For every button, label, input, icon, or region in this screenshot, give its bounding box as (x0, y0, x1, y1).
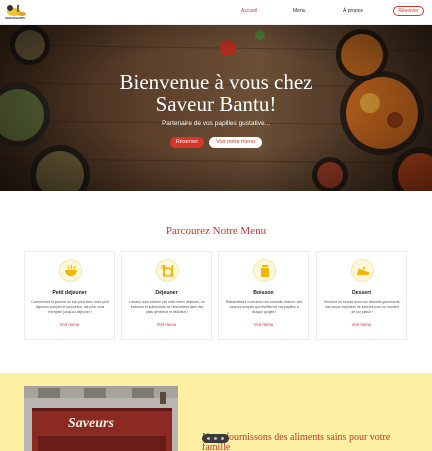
menu-card-link[interactable]: Voir menu (25, 322, 114, 327)
carousel-dot[interactable] (221, 437, 224, 440)
bowl-icon (65, 264, 77, 276)
menu-card-drinks: Boisson Rafraîchissez vous avec nos cock… (218, 251, 309, 340)
hero-menu-button[interactable]: Voir notre menu (209, 137, 262, 148)
nav-reserve-button[interactable]: Réserver (393, 6, 424, 16)
nav-accueil[interactable]: Accueil (241, 8, 257, 14)
menu-card-title: Petit déjeuner (52, 290, 87, 296)
about-heading: Nous fournissons des aliments sains pour… (202, 432, 391, 451)
page: SAVEUR BANTU Accueil Menu À propos Réser… (0, 0, 432, 451)
menu-card-link[interactable]: Voir menu (219, 322, 308, 327)
carousel-dot[interactable] (207, 437, 210, 440)
logo-text: SAVEUR BANTU (5, 17, 26, 20)
menu-card-lunch: Déjeuner Laissez vous séduire par notre … (121, 251, 212, 340)
menu-card-description: Commencez la journée du bon pied avec no… (31, 300, 109, 314)
hero-reserve-button[interactable]: Réserver (170, 137, 204, 148)
menu-card-link[interactable]: Voir menu (317, 322, 406, 327)
carousel-dot[interactable] (214, 437, 217, 440)
nav-menu[interactable]: Menu (293, 8, 306, 14)
menu-card-title: Boisson (253, 290, 274, 296)
drink-icon (261, 265, 269, 277)
hero-banner: Bienvenue à vous chez Saveur Bantu! Part… (0, 25, 432, 191)
restaurant-photo: Saveurs (24, 386, 178, 451)
menu-section-title: Parcourez Notre Menu (165, 225, 267, 237)
menu-card-icon-wrap (156, 259, 179, 282)
menu-card-link[interactable]: Voir menu (122, 322, 211, 327)
carousel-dots[interactable] (202, 434, 229, 443)
hero-title-line-1: Bienvenue à vous chez (119, 70, 313, 94)
cake-icon (357, 266, 370, 275)
menu-card-description: Laissez vous séduire par notre menu déje… (129, 300, 205, 314)
menu-card-dessert: Dessert Terminez en beauté avec nos dess… (316, 251, 407, 340)
menu-card-title: Dessert (351, 290, 372, 296)
hero-title-line-2: Saveur Bantu! (155, 92, 277, 116)
menu-card-breakfast: Petit déjeuner Commencez la journée du b… (24, 251, 115, 340)
storefront-sign-text: Saveurs (68, 416, 114, 431)
nav-a-propos[interactable]: À propos (343, 8, 363, 14)
dinner-icon (161, 265, 173, 277)
menu-card-icon-wrap (351, 259, 374, 282)
menu-card-icon-wrap (59, 259, 82, 282)
menu-card-icon-wrap (253, 259, 276, 282)
menu-card-description: Rafraîchissez vous avec nos cocktails ma… (225, 300, 303, 314)
menu-card-title: Déjeuner (155, 290, 178, 296)
hero-subtitle: Partenaire de vos papilles gustative... (161, 120, 271, 127)
top-navbar: SAVEUR BANTU Accueil Menu À propos Réser… (0, 0, 432, 25)
menu-card-description: Terminez en beauté avec nos desserts gou… (323, 300, 401, 314)
about-section: Saveurs Nous fournissons des aliments sa… (0, 373, 432, 451)
